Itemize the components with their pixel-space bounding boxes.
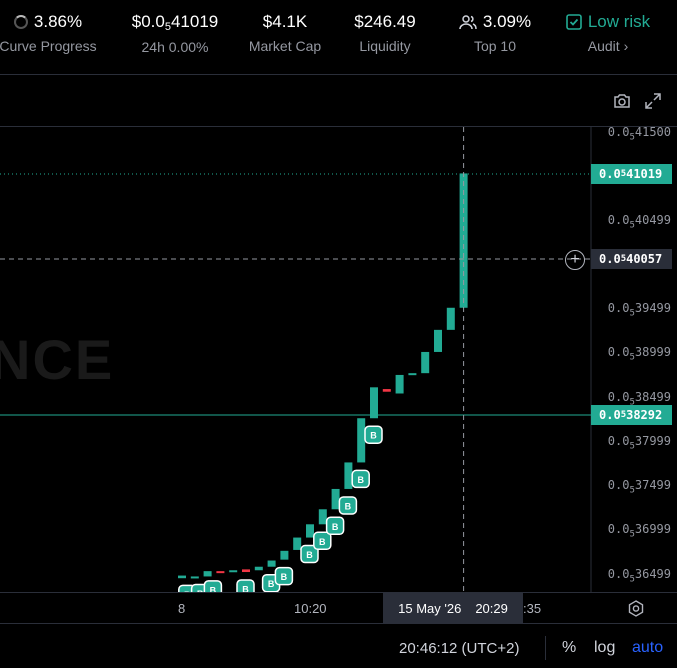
curve-progress-value: 3.86% (33, 12, 83, 31)
buy-marker[interactable]: B (274, 566, 294, 586)
candle (306, 524, 314, 538)
buy-marker-letter: B (281, 572, 288, 582)
buy-marker[interactable]: B (351, 469, 370, 489)
top10-label: Top 10 (473, 38, 517, 54)
price-axis-label: 0.0541500 (607, 125, 671, 143)
price-axis-label: 0.0536499 (607, 567, 671, 585)
current-price-tag: 0.0 5 41019 (591, 164, 672, 184)
candle (203, 571, 212, 577)
candle (395, 374, 404, 394)
footer-divider (545, 636, 546, 660)
buy-marker[interactable]: B (203, 580, 223, 592)
crosshair-time-tag: 15 May '26 20:29 (383, 593, 523, 623)
candle (280, 550, 289, 560)
audit-link[interactable]: Audit › (558, 38, 658, 54)
buy-marker[interactable]: B (364, 425, 383, 444)
candle (293, 537, 302, 550)
level-price-tag: 0.0 5 38292 (591, 405, 672, 425)
settings-icon[interactable] (626, 599, 646, 619)
buy-marker[interactable]: B (313, 531, 332, 551)
fullscreen-icon[interactable] (643, 91, 663, 111)
price-axis-label: 0.0540499 (607, 213, 671, 231)
candle (446, 307, 455, 330)
buy-marker[interactable]: B (325, 516, 345, 536)
clock-timezone[interactable]: 20:46:12 (UTC+2) (399, 640, 519, 657)
buy-marker-letter: B (210, 585, 217, 592)
market-cap-label: Market Cap (248, 38, 322, 54)
candle (267, 560, 276, 567)
progress-ring-icon (13, 15, 28, 29)
price-value: $0.0541019 (131, 12, 219, 33)
curve-progress-stat: 3.86% Curve Progress (0, 12, 98, 54)
price-axis-label: 0.0538999 (607, 345, 671, 363)
price-axis-label: 0.0539499 (607, 301, 671, 319)
price-chart[interactable]: NCE BBBBBBBBBBBB 0.05415000.05404990.053… (0, 125, 677, 592)
time-label: 10:20 (294, 601, 327, 616)
candle (242, 569, 250, 573)
market-cap-stat: $4.1K Market Cap (245, 12, 325, 54)
crosshair-price-tag: 0.0 5 40057 (591, 249, 672, 269)
liquidity-value: $246.49 (354, 12, 416, 31)
candle (331, 488, 340, 510)
price-axis-label: 0.0537999 (607, 434, 671, 452)
auto-scale-button[interactable]: auto (632, 639, 663, 657)
buy-marker-letter: B (242, 585, 249, 592)
liquidity-label: Liquidity (359, 38, 411, 54)
buy-marker[interactable]: B (338, 496, 358, 515)
buy-marker-letter: B (268, 579, 275, 589)
price-stat: $0.0541019 24h 0.00% (120, 12, 230, 55)
buy-marker-letter: B (357, 475, 364, 485)
buy-marker-letter: B (319, 537, 326, 547)
chart-footer: 20:46:12 (UTC+2) % log auto (0, 623, 677, 668)
crosshair-date: 15 May '26 (398, 600, 462, 616)
price-axis-label: 0.0537499 (607, 478, 671, 496)
shield-check-icon (566, 14, 582, 30)
audit-risk-value: Low risk (587, 12, 651, 31)
buy-marker-letter: B (306, 550, 313, 560)
market-cap-value: $4.1K (262, 12, 308, 31)
candle (408, 373, 417, 376)
buy-marker[interactable]: B (236, 579, 255, 592)
audit-stat[interactable]: Low risk Audit › (558, 12, 658, 54)
time-label: 8 (178, 601, 186, 616)
top10-stat[interactable]: 3.09% Top 10 (445, 12, 545, 54)
buy-marker-letter: B (345, 501, 352, 511)
candle (421, 351, 430, 374)
candlestick-plot[interactable]: BBBBBBBBBBBB (0, 127, 677, 592)
candle (370, 387, 378, 419)
buy-marker-letter: B (370, 431, 377, 441)
candle (190, 576, 199, 579)
camera-icon[interactable] (612, 91, 632, 111)
candle (382, 389, 391, 392)
top10-value: 3.09% (482, 12, 532, 31)
candle (216, 571, 225, 574)
candle (229, 570, 238, 573)
price-axis-label: 0.0536999 (607, 522, 671, 540)
candle (344, 462, 353, 489)
percent-scale-button[interactable]: % (562, 639, 576, 657)
candle (434, 329, 442, 352)
candle (178, 575, 186, 579)
time-label: :35 (523, 601, 542, 616)
time-axis[interactable]: 8 10:20 :35 15 May '26 20:29 (0, 592, 677, 623)
log-scale-button[interactable]: log (594, 639, 615, 657)
candle (357, 418, 366, 463)
buy-marker-letter: B (332, 522, 339, 532)
users-icon (459, 15, 477, 30)
chart-toolbar (0, 75, 677, 127)
candle (318, 509, 327, 525)
candle (254, 566, 263, 571)
price-change-label: 24h 0.00% (141, 39, 209, 55)
add-alert-icon[interactable]: + (565, 250, 585, 270)
liquidity-stat: $246.49 Liquidity (345, 12, 425, 54)
token-stats-bar: 3.86% Curve Progress $0.0541019 24h 0.00… (0, 0, 677, 75)
crosshair-time: 20:29 (475, 600, 508, 616)
curve-progress-label: Curve Progress (0, 38, 97, 54)
